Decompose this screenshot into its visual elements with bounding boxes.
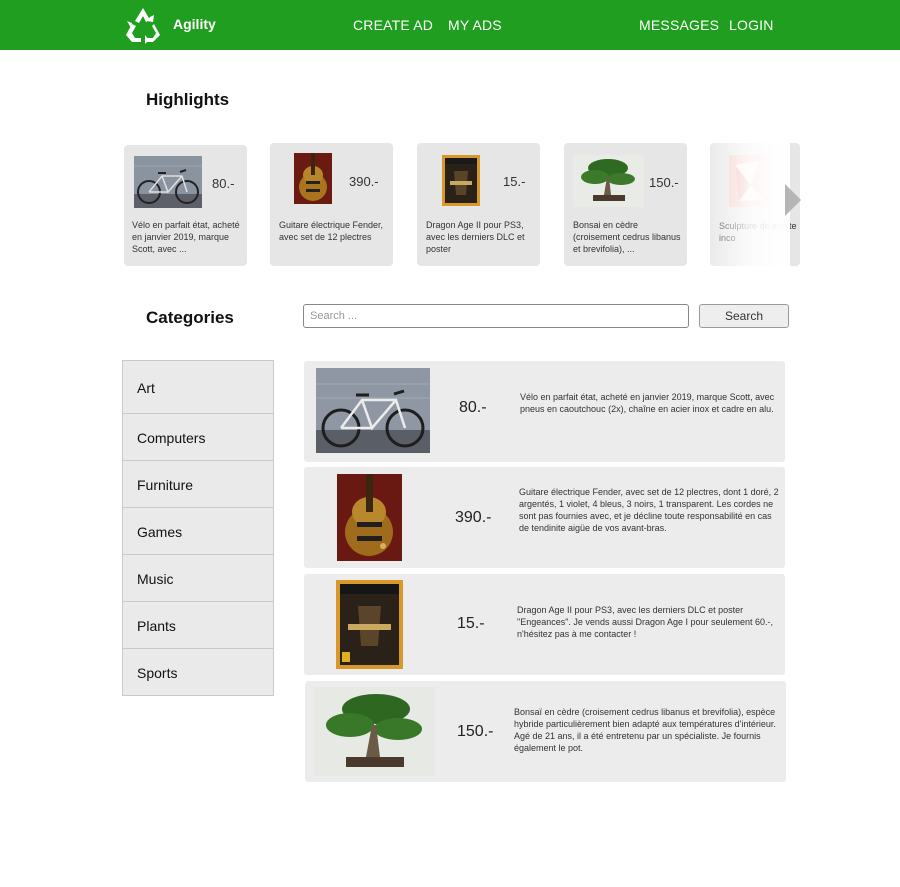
listing-price: 150.-	[457, 723, 494, 740]
highlight-description: Vélo en parfait état, acheté en janvier …	[132, 220, 240, 254]
listing-price: 80.-	[459, 399, 487, 416]
category-item-music[interactable]: Music	[122, 554, 274, 602]
nav-messages[interactable]: MESSAGES	[639, 17, 719, 33]
brand-name[interactable]: Agility	[173, 16, 216, 32]
listing-row[interactable]: 15.- Dragon Age II pour PS3, avec les de…	[304, 574, 785, 675]
highlight-description: Dragon Age II pour PS3, avec les dernier…	[426, 220, 525, 254]
category-item-plants[interactable]: Plants	[122, 601, 274, 649]
category-item-computers[interactable]: Computers	[122, 413, 274, 461]
chevron-right-icon[interactable]	[783, 183, 803, 217]
nav-login[interactable]: LOGIN	[729, 17, 774, 33]
highlight-description: Bonsai en cèdre (croisement cedrus liban…	[573, 220, 681, 254]
category-label: Art	[137, 380, 155, 396]
categories-heading: Categories	[146, 308, 234, 327]
listing-description: Dragon Age II pour PS3, avec les dernier…	[517, 605, 774, 639]
listing-description: Guitare électrique Fender, avec set de 1…	[519, 487, 779, 533]
nav-create-ad[interactable]: CREATE AD	[353, 17, 433, 33]
category-label: Music	[137, 571, 174, 587]
page: Agility CREATE AD MY ADS MESSAGES LOGIN …	[0, 0, 900, 887]
category-item-furniture[interactable]: Furniture	[122, 460, 274, 508]
category-label: Plants	[137, 618, 176, 634]
highlight-price: 390.-	[349, 174, 379, 189]
highlight-card[interactable]: 15.- Dragon Age II pour PS3, avec les de…	[417, 143, 540, 266]
highlight-description: Sculpture de artiste inco	[719, 221, 797, 243]
nav-my-ads[interactable]: MY ADS	[448, 17, 502, 33]
highlight-card[interactable]: 150.- Bonsai en cèdre (croisement cedrus…	[564, 143, 687, 266]
bonsai-photo	[573, 155, 644, 207]
category-item-sports[interactable]: Sports	[122, 648, 274, 696]
guitar-photo	[294, 153, 332, 204]
game-box-photo	[336, 580, 403, 669]
listing-price: 390.-	[455, 509, 492, 526]
listing-description: Vélo en parfait état, acheté en janvier …	[520, 392, 775, 414]
highlights-heading: Highlights	[146, 90, 230, 109]
category-item-games[interactable]: Games	[122, 507, 274, 555]
category-label: Sports	[137, 665, 178, 681]
listing-price: 15.-	[457, 615, 485, 632]
sculpture-photo	[729, 155, 769, 207]
bonsai-photo	[314, 687, 435, 776]
category-item-art[interactable]: Art	[122, 360, 274, 414]
category-label: Furniture	[137, 477, 194, 493]
highlight-description: Guitare électrique Fender, avec set de 1…	[279, 220, 384, 242]
guitar-photo	[337, 474, 402, 561]
game-box-photo	[442, 155, 480, 206]
listing-description: Bonsaï en cèdre (croisement cedrus liban…	[514, 707, 776, 753]
highlight-card[interactable]: 80.- Vélo en parfait état, acheté en jan…	[124, 145, 247, 266]
category-label: Games	[137, 524, 183, 540]
listing-row[interactable]: 80.- Vélo en parfait état, acheté en jan…	[304, 361, 785, 462]
top-navbar: Agility CREATE AD MY ADS MESSAGES LOGIN	[0, 0, 900, 50]
bicycle-photo	[134, 156, 202, 208]
highlight-card[interactable]: 390.- Guitare électrique Fender, avec se…	[270, 143, 393, 266]
bicycle-photo	[316, 368, 430, 453]
search-input[interactable]	[303, 304, 689, 328]
highlight-price: 150.-	[649, 175, 679, 190]
listing-row[interactable]: 150.- Bonsaï en cèdre (croisement cedrus…	[305, 681, 786, 782]
category-label: Computers	[137, 430, 206, 446]
highlight-price: 15.-	[503, 174, 526, 189]
listing-row[interactable]: 390.- Guitare électrique Fender, avec se…	[304, 467, 785, 568]
highlight-price: 80.-	[212, 176, 235, 191]
search-button[interactable]: Search	[699, 304, 789, 328]
recycle-icon[interactable]	[123, 5, 163, 45]
